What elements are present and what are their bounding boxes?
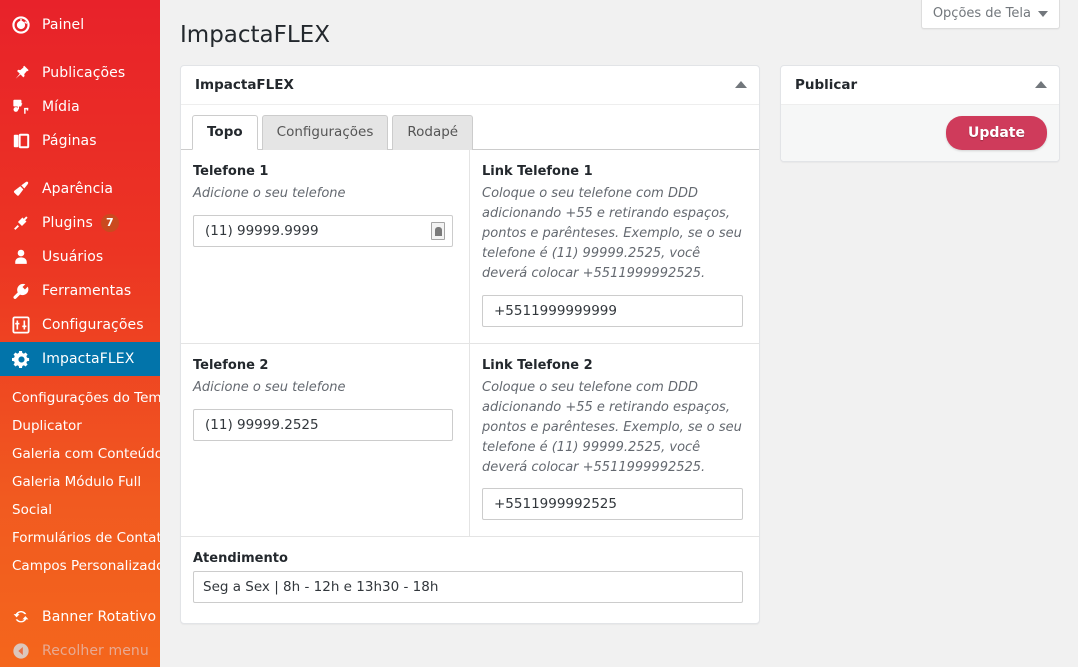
field-description: Adicione o seu telefone [193,185,346,201]
right-column: Publicar Update [780,64,1060,162]
sidebar-item-label: Banner Rotativo [42,609,157,625]
input-wrap [482,488,743,521]
sidebar-item-impactaflex[interactable]: ImpactaFLEX [0,342,168,376]
field-label: Atendimento [193,551,288,567]
admin-screen: Painel Publicações Mídia Páginas Aparênc… [0,0,1078,667]
postbox-title: ImpactaFLEX [195,76,294,93]
input-wrap [193,571,743,604]
tabs-row: Topo Configurações Rodapé [181,104,759,150]
sidebar-item-banner-rotativo[interactable]: Banner Rotativo [0,600,160,634]
input-wrap [193,408,453,441]
toggle-publish-icon[interactable] [1035,81,1047,89]
field-link-telefone-1: Link Telefone 1 Coloque o seu telefone c… [470,150,759,344]
submenu-item-galeria-com-conteudo[interactable]: Galeria com Conteúdo [0,440,163,468]
field-label: Link Telefone 1 [482,163,593,179]
field-atendimento: Atendimento [181,537,759,623]
sidebar-item-aparencia[interactable]: Aparência [0,172,160,206]
sidebar-item-midia[interactable]: Mídia [0,90,160,124]
publish-body: Update [781,104,1059,161]
sidebar-item-label: Painel [42,17,85,33]
plugin-icon [11,213,31,233]
paintbrush-icon [11,179,31,199]
sidebar-submenu: Configurações do Tema Duplicator Galeria… [0,376,171,586]
sidebar-item-ferramentas[interactable]: Ferramentas [0,274,160,308]
collapse-arrow-icon [11,641,31,661]
telefone-2-input[interactable] [193,408,453,441]
sidebar-item-label: Aparência [42,181,114,197]
tab-rodape[interactable]: Rodapé [392,114,474,150]
sidebar-collapse-menu[interactable]: Recolher menu [0,634,160,667]
left-column: ImpactaFLEX Topo Configurações Rodapé Te… [180,64,760,625]
screen-options-label: Opções de Tela [932,6,1031,21]
postbox-header: ImpactaFLEX [181,66,759,105]
sidebar-item-painel[interactable]: Painel [0,8,160,42]
sidebar-item-label: Mídia [42,99,80,115]
tab-configuracoes[interactable]: Configurações [261,114,389,150]
screen-options-button[interactable]: Opções de Tela [920,0,1060,29]
admin-sidebar: Painel Publicações Mídia Páginas Aparênc… [0,0,171,667]
fields-grid: Telefone 1 Adicione o seu telefone (11) … [181,149,759,623]
field-link-telefone-2: Link Telefone 2 Coloque o seu telefone c… [470,344,759,538]
screen-options-wrap: Opções de Tela [920,0,1060,29]
main-content: Opções de Tela ImpactaFLEX ImpactaFLEX T… [160,0,1078,667]
sidebar-item-label: Plugins [42,215,93,231]
sidebar-item-label: ImpactaFLEX [42,351,135,367]
sidebar-item-configuracoes[interactable]: Configurações [0,308,160,342]
impactaflex-postbox: ImpactaFLEX Topo Configurações Rodapé Te… [180,64,760,625]
media-icon [11,97,31,117]
sidebar-divider [0,586,160,600]
field-label: Link Telefone 2 [482,357,593,373]
field-description: Coloque o seu telefone com DDD adicionan… [482,379,742,476]
sidebar-item-usuarios[interactable]: Usuários [0,240,160,274]
columns-wrap: ImpactaFLEX Topo Configurações Rodapé Te… [180,64,1060,625]
autofill-contact-icon[interactable] [431,222,445,241]
field-label: Telefone 1 [193,163,269,179]
wrench-icon [11,281,31,301]
input-wrap [193,215,453,248]
sidebar-item-label: Configurações [42,317,144,333]
tab-topo[interactable]: Topo [192,114,258,150]
telefone-1-input[interactable] [193,215,453,248]
submenu-item-campos-personalizados[interactable]: Campos Personalizados [0,552,171,580]
sidebar-item-label: Recolher menu [42,643,149,659]
sidebar-divider [0,42,160,56]
update-circle-icon [11,607,31,627]
toggle-panel-icon[interactable] [735,81,747,89]
sidebar-item-label: Publicações [42,65,126,81]
sliders-icon [11,315,31,335]
update-button[interactable]: Update [945,115,1047,150]
sidebar-item-label: Ferramentas [42,283,132,299]
link-telefone-2-input[interactable] [482,488,743,521]
field-description: Coloque o seu telefone com DDD adicionan… [482,185,742,282]
submenu-item-duplicator[interactable]: Duplicator [0,412,160,440]
field-telefone-1: Telefone 1 Adicione o seu telefone [181,149,470,344]
field-telefone-2: Telefone 2 Adicione o seu telefone [181,343,470,538]
gear-icon [11,349,31,369]
sidebar-item-plugins[interactable]: Plugins 7 [0,206,160,240]
input-wrap [482,294,743,327]
publish-postbox: Publicar Update [780,64,1060,162]
chevron-down-icon [1038,10,1048,17]
pages-icon [11,131,31,151]
field-label: Telefone 2 [193,357,269,373]
link-telefone-1-input[interactable] [482,294,743,327]
user-icon [11,247,31,267]
submenu-item-galeria-modulo-full[interactable]: Galeria Módulo Full [0,468,160,496]
autofill-glyph [434,226,442,236]
publish-header: Publicar [781,66,1059,105]
submenu-item-formularios-de-contato[interactable]: Formulários de Contato [0,524,170,552]
submenu-item-social[interactable]: Social [0,496,160,524]
field-description: Adicione o seu telefone [193,379,346,395]
submenu-item-configuracoes-do-tema[interactable]: Configurações do Tema [0,384,170,412]
sidebar-item-label: Usuários [42,249,104,265]
sidebar-plugins-badge: 7 [100,214,119,232]
pin-icon [11,63,31,83]
sidebar-divider [0,158,160,172]
publish-title: Publicar [795,76,858,93]
atendimento-input[interactable] [193,571,743,604]
sidebar-item-label: Páginas [42,133,97,149]
sidebar-item-paginas[interactable]: Páginas [0,124,160,158]
sidebar-item-publicacoes[interactable]: Publicações [0,56,160,90]
dashboard-icon [11,15,31,35]
